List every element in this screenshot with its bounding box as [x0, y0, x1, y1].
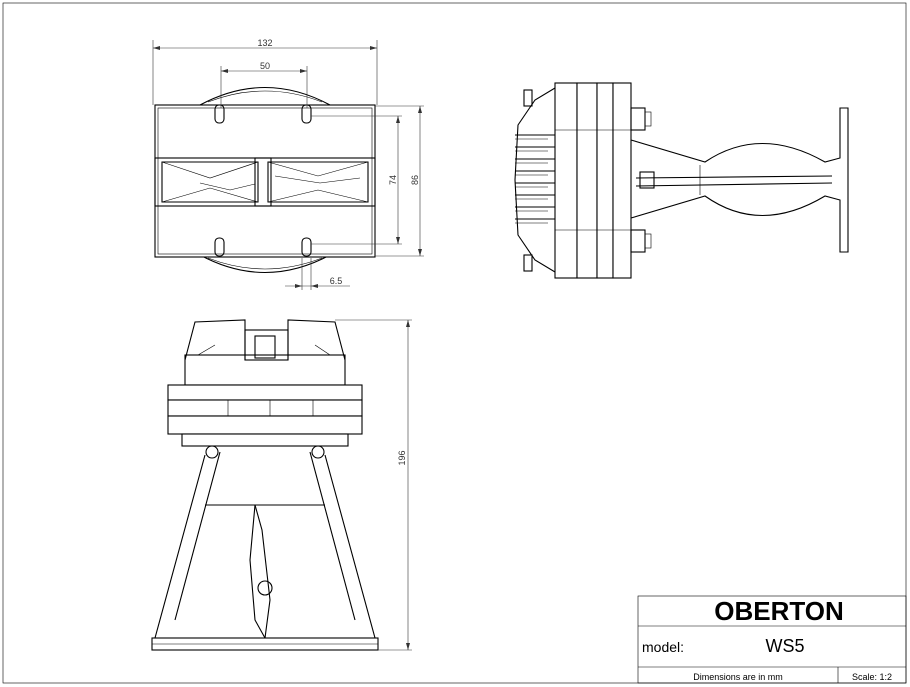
- units-note: Dimensions are in mm: [693, 672, 783, 682]
- model-value: WS5: [765, 636, 804, 656]
- side-view: [514, 82, 849, 279]
- title-block: OBERTON model: WS5 Dimensions are in mm …: [637, 595, 907, 684]
- top-view: 132 50 74 86 6.5: [152, 38, 424, 290]
- dim-height-total: 196: [397, 450, 407, 465]
- sheet-border: [2, 2, 907, 684]
- dim-spacing-top: 50: [260, 61, 270, 71]
- scale-label: Scale: 1:2: [852, 672, 892, 682]
- front-view: 196: [151, 319, 412, 651]
- brand-name: OBERTON: [714, 596, 844, 626]
- dim-slot: 6.5: [330, 276, 343, 286]
- dim-width-overall: 132: [257, 38, 272, 48]
- model-label: model:: [642, 639, 684, 655]
- technical-drawing-sheet: 132 50 74 86 6.5 196 OBERTON model: WS5 …: [2, 2, 907, 684]
- dim-height-outer: 86: [410, 175, 420, 185]
- dim-height-inner: 74: [388, 175, 398, 185]
